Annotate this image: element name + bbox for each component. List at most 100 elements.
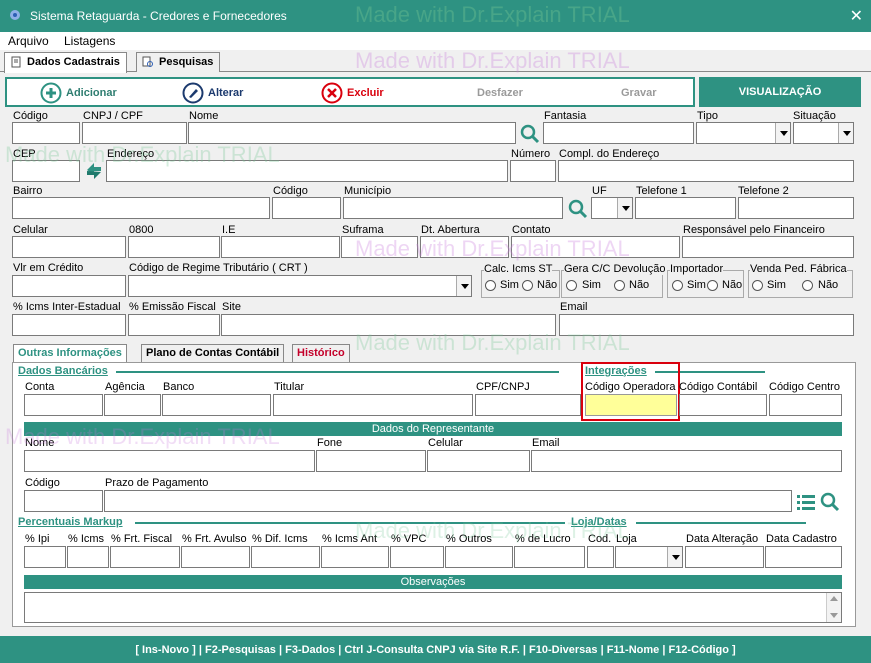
calc-icms-sim-radio[interactable] <box>485 280 496 291</box>
importador-nao-radio[interactable] <box>707 280 718 291</box>
cod-loja-field[interactable] <box>587 546 614 568</box>
tab-plano-contas[interactable]: Plano de Contas Contábil <box>141 344 285 362</box>
list-icon[interactable] <box>796 492 816 512</box>
vpc-field[interactable] <box>390 546 444 568</box>
telefone2-field[interactable] <box>738 197 854 219</box>
rep-nome-field[interactable] <box>24 450 315 472</box>
numero-field[interactable] <box>510 160 556 182</box>
compl-field[interactable] <box>558 160 854 182</box>
tab-pesquisas[interactable]: Pesquisas <box>136 52 221 72</box>
search-icon[interactable] <box>567 198 589 220</box>
prazo-field[interactable] <box>104 490 792 512</box>
save-button[interactable]: Gravar <box>621 82 671 104</box>
frt-fiscal-field[interactable] <box>110 546 180 568</box>
scroll-down-icon[interactable] <box>830 613 838 618</box>
rep-email-field[interactable] <box>531 450 842 472</box>
label-agencia: Agência <box>105 381 145 393</box>
chevron-down-icon[interactable] <box>775 123 790 143</box>
loja-select[interactable] <box>615 546 683 568</box>
situacao-select[interactable] <box>793 122 854 144</box>
label-compl: Compl. do Endereço <box>559 148 660 160</box>
chevron-down-icon[interactable] <box>617 198 632 218</box>
label-numero: Número <box>511 148 551 160</box>
menu-arquivo[interactable]: Arquivo <box>8 34 49 48</box>
rep-codigo-field[interactable] <box>24 490 103 512</box>
codigo-centro-field[interactable] <box>769 394 842 416</box>
close-icon[interactable]: ✕ <box>850 6 863 26</box>
icms-field[interactable] <box>67 546 109 568</box>
chevron-down-icon[interactable] <box>838 123 853 143</box>
bairro-field[interactable] <box>12 197 270 219</box>
view-mode-button[interactable]: VISUALIZAÇÃO <box>699 77 861 107</box>
emissao-fiscal-field[interactable] <box>128 314 220 336</box>
titular-field[interactable] <box>273 394 473 416</box>
venda-ped-nao-radio[interactable] <box>802 280 813 291</box>
watermark: Made with Dr.Explain TRIAL <box>355 48 630 73</box>
undo-button[interactable]: Desfazer <box>477 82 537 104</box>
search-icon[interactable] <box>819 491 841 513</box>
section-dados-bancarios: Dados Bancários <box>18 365 108 377</box>
codigo-field[interactable] <box>12 122 80 144</box>
nome-field[interactable] <box>188 122 516 144</box>
importador-sim-radio[interactable] <box>672 280 683 291</box>
rep-fone-field[interactable] <box>316 450 426 472</box>
vlr-credito-field[interactable] <box>12 275 126 297</box>
scroll-up-icon[interactable] <box>830 596 838 601</box>
uf-select[interactable] <box>591 197 633 219</box>
cpf-cnpj-field[interactable] <box>475 394 581 416</box>
watermark: Made with Dr.Explain TRIAL <box>355 518 630 543</box>
fantasia-field[interactable] <box>543 122 694 144</box>
venda-ped-sim-radio[interactable] <box>752 280 763 291</box>
watermark: Made with Dr.Explain TRIAL <box>5 424 280 449</box>
observacoes-textarea[interactable] <box>24 592 842 623</box>
chevron-down-icon[interactable] <box>667 547 682 567</box>
tipo-select[interactable] <box>696 122 791 144</box>
celular-field[interactable] <box>12 236 126 258</box>
calc-icms-nao-radio[interactable] <box>522 280 533 291</box>
ipi-field[interactable] <box>24 546 66 568</box>
conta-field[interactable] <box>24 394 103 416</box>
telefone1-field[interactable] <box>635 197 736 219</box>
municipio-field[interactable] <box>343 197 563 219</box>
data-alteracao-field[interactable] <box>685 546 764 568</box>
outros-field[interactable] <box>445 546 513 568</box>
label-frt-avulso: % Frt. Avulso <box>182 533 247 545</box>
delete-button[interactable]: Excluir <box>321 82 391 104</box>
0800-field[interactable] <box>128 236 220 258</box>
codigo-contabil-field[interactable] <box>679 394 767 416</box>
codigo-municipio-field[interactable] <box>272 197 341 219</box>
gera-cc-sim-radio[interactable] <box>566 280 577 291</box>
icms-inter-field[interactable] <box>12 314 126 336</box>
label-codigo-contabil: Código Contábil <box>679 381 758 393</box>
chevron-down-icon[interactable] <box>456 276 471 296</box>
lucro-field[interactable] <box>514 546 585 568</box>
label-importador: Importador <box>670 263 724 275</box>
frt-avulso-field[interactable] <box>181 546 250 568</box>
menu-listagens[interactable]: Listagens <box>64 34 115 48</box>
label-codigo-municipio: Código <box>273 185 308 197</box>
gera-cc-nao-radio[interactable] <box>614 280 625 291</box>
data-cadastro-field[interactable] <box>765 546 842 568</box>
tab-dados-cadastrais[interactable]: Dados Cadastrais <box>4 52 127 73</box>
dif-icms-field[interactable] <box>251 546 320 568</box>
crt-select[interactable] <box>128 275 472 297</box>
add-button[interactable]: Adicionar <box>40 82 130 104</box>
header-observacoes: Observações <box>24 575 842 589</box>
label-cnpj: CNPJ / CPF <box>83 110 143 122</box>
rep-celular-field[interactable] <box>427 450 530 472</box>
label-gera-cc: Gera C/C Devolução <box>564 263 666 275</box>
tab-historico[interactable]: Histórico <box>292 344 350 362</box>
tab-outras-informacoes[interactable]: Outras Informações <box>13 344 127 363</box>
edit-button[interactable]: Alterar <box>182 82 262 104</box>
ie-field[interactable] <box>221 236 340 258</box>
label-codigo: Código <box>13 110 48 122</box>
scrollbar[interactable] <box>826 593 841 622</box>
icms-ant-field[interactable] <box>321 546 389 568</box>
search-icon[interactable] <box>519 123 541 145</box>
label-prazo: Prazo de Pagamento <box>105 477 209 489</box>
cnpj-field[interactable] <box>82 122 187 144</box>
resp-financeiro-field[interactable] <box>682 236 854 258</box>
agencia-field[interactable] <box>104 394 161 416</box>
banco-field[interactable] <box>162 394 271 416</box>
label-nao: Não <box>722 279 743 291</box>
